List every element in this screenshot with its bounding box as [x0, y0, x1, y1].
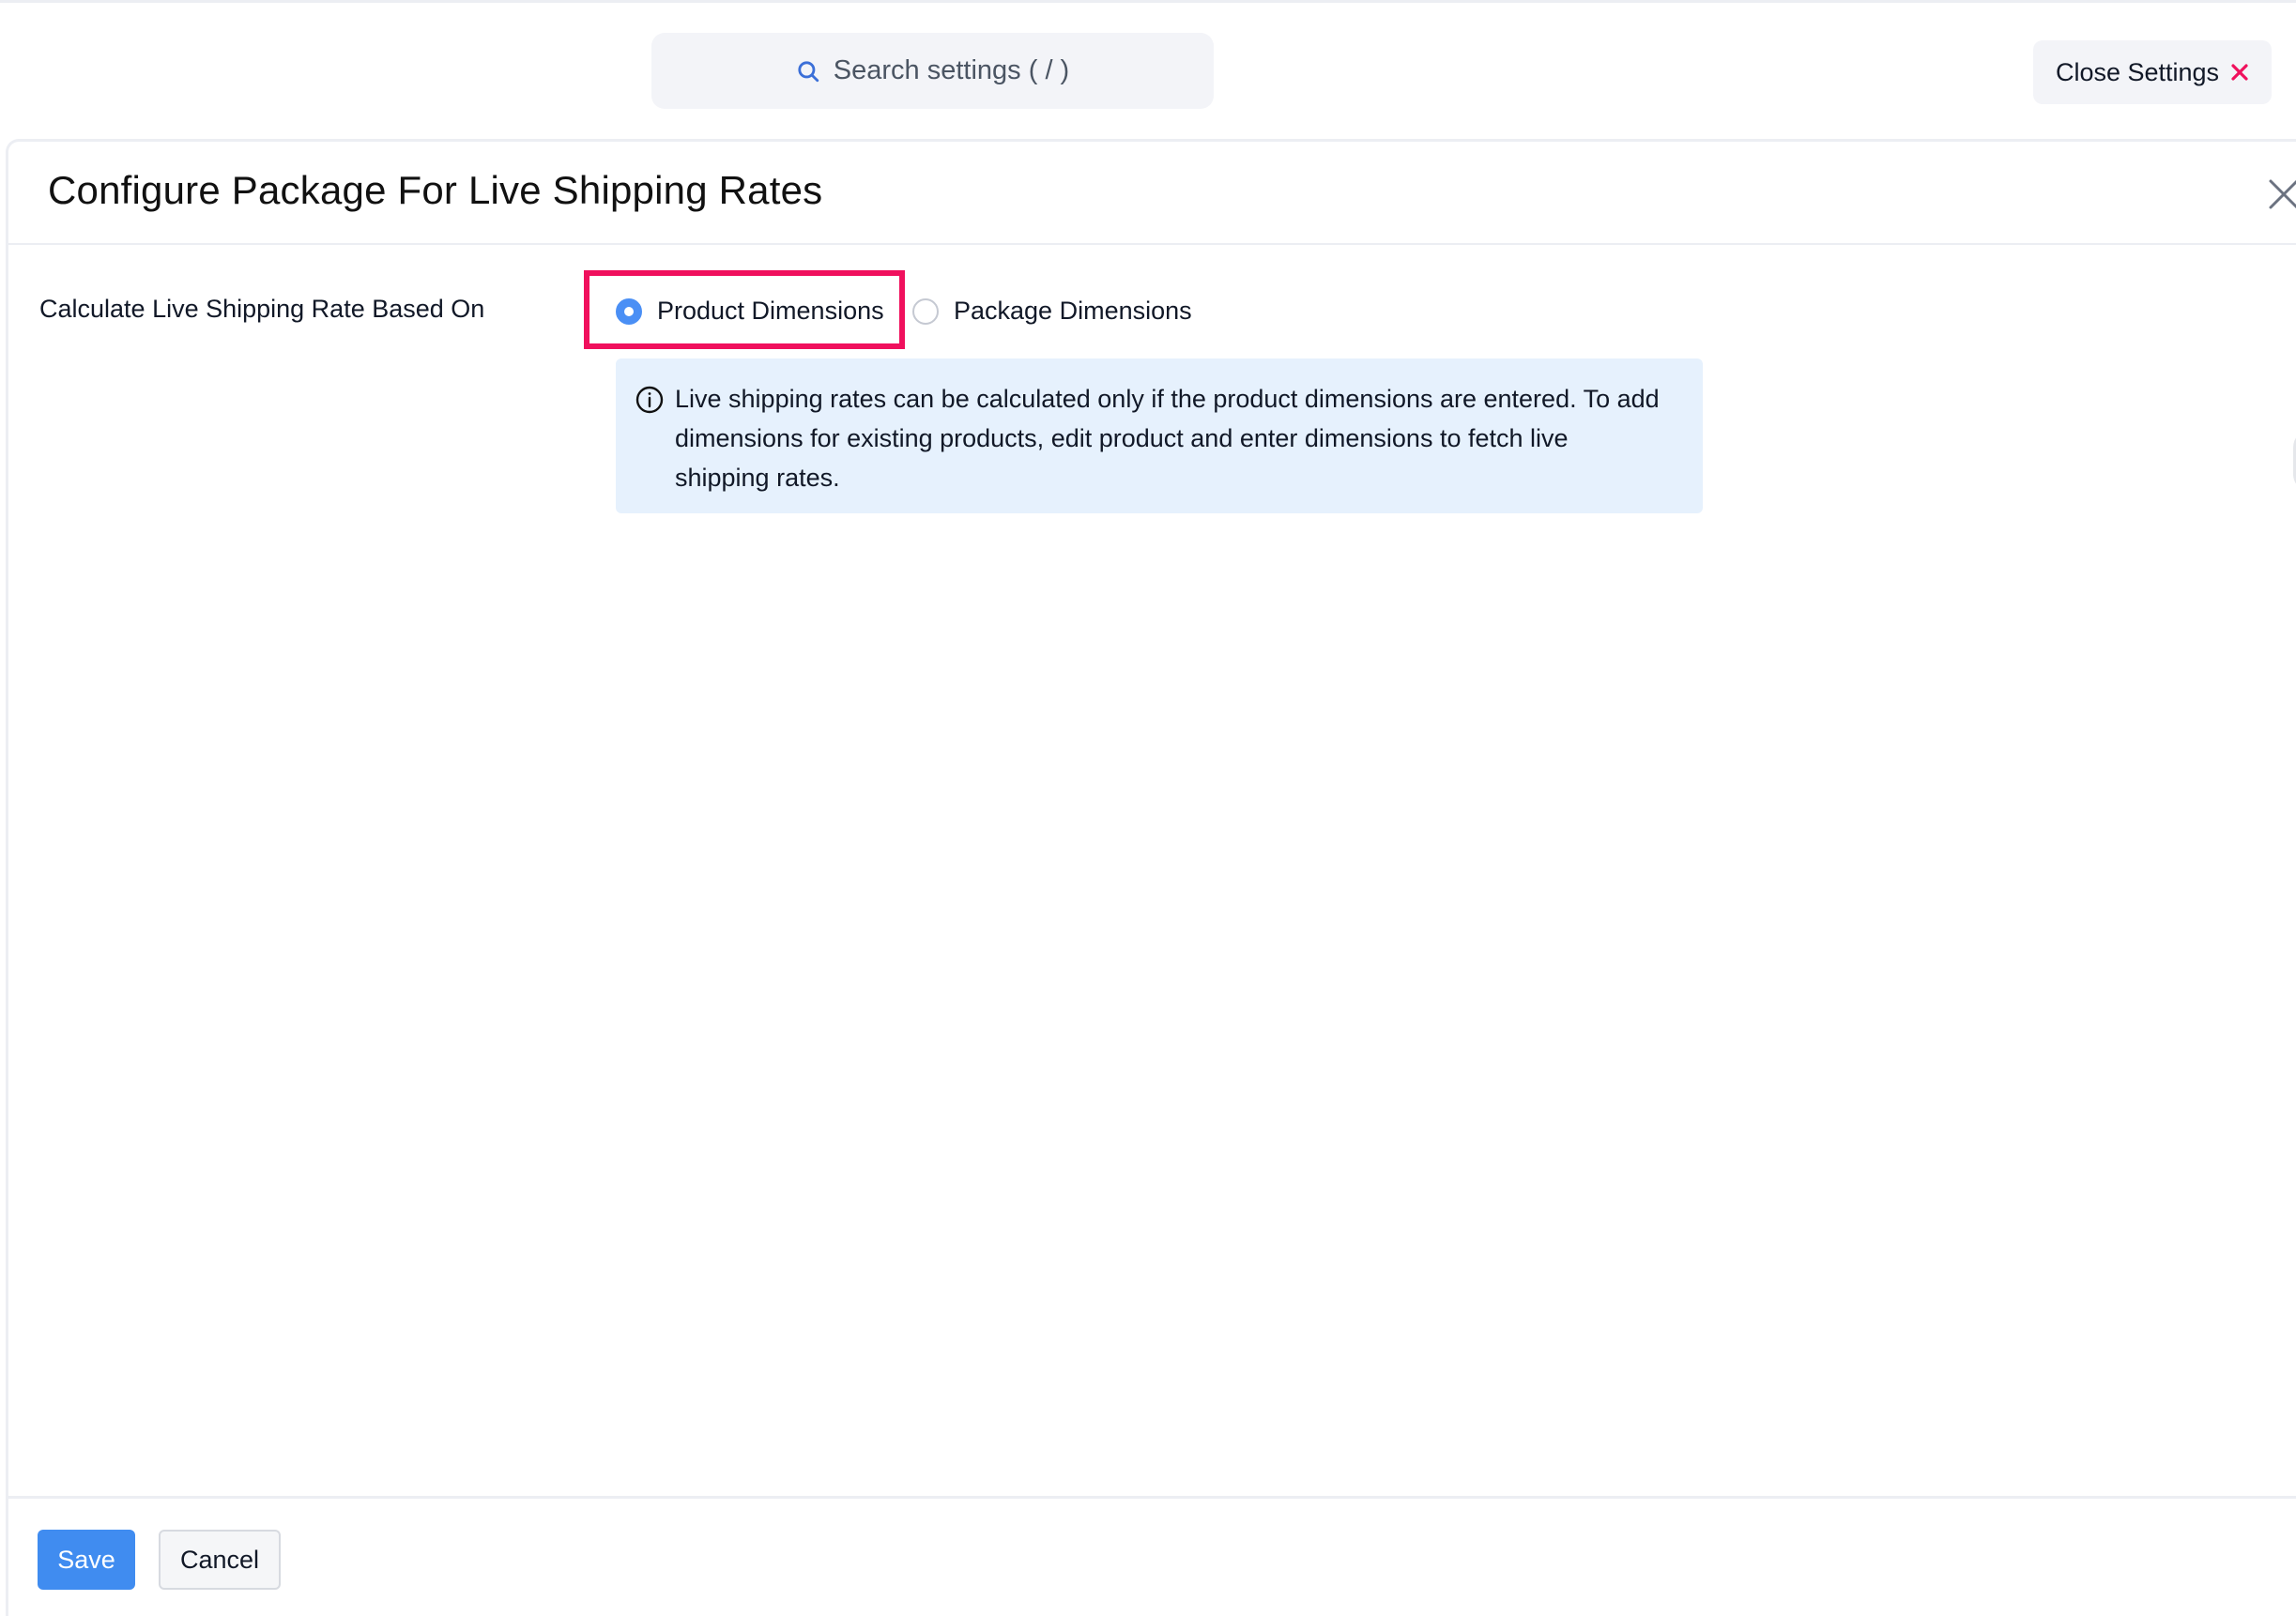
panel-title: Configure Package For Live Shipping Rate… [48, 168, 823, 212]
rate-basis-label: Calculate Live Shipping Rate Based On [39, 295, 485, 323]
close-icon[interactable] [2265, 175, 2296, 213]
product-dimensions-label: Product Dimensions [657, 297, 884, 325]
panel-header: Configure Package For Live Shipping Rate… [8, 142, 2296, 245]
panel-footer: Save Cancel [6, 1496, 2296, 1616]
search-icon [798, 60, 819, 82]
radio-selected-indicator[interactable] [616, 297, 642, 325]
info-text: Live shipping rates can be calculated on… [675, 385, 1660, 492]
close-icon [2231, 64, 2248, 81]
product-dimensions-radio[interactable]: Product Dimensions [616, 297, 884, 326]
search-settings-input[interactable]: Search settings ( / ) [651, 33, 1214, 109]
search-placeholder: Search settings ( / ) [833, 55, 1070, 85]
package-dimensions-label: Package Dimensions [954, 297, 1192, 325]
top-bar: Search settings ( / ) Close Settings [0, 0, 2296, 137]
package-dimensions-radio[interactable]: Package Dimensions [912, 297, 1192, 326]
cancel-button[interactable]: Cancel [159, 1530, 281, 1590]
radio-unselected-indicator[interactable] [912, 297, 939, 325]
close-settings-button[interactable]: Close Settings [2033, 40, 2272, 104]
close-settings-label: Close Settings [2055, 57, 2220, 86]
info-icon [635, 386, 664, 414]
info-message: Live shipping rates can be calculated on… [616, 358, 1703, 513]
save-button[interactable]: Save [38, 1530, 135, 1590]
